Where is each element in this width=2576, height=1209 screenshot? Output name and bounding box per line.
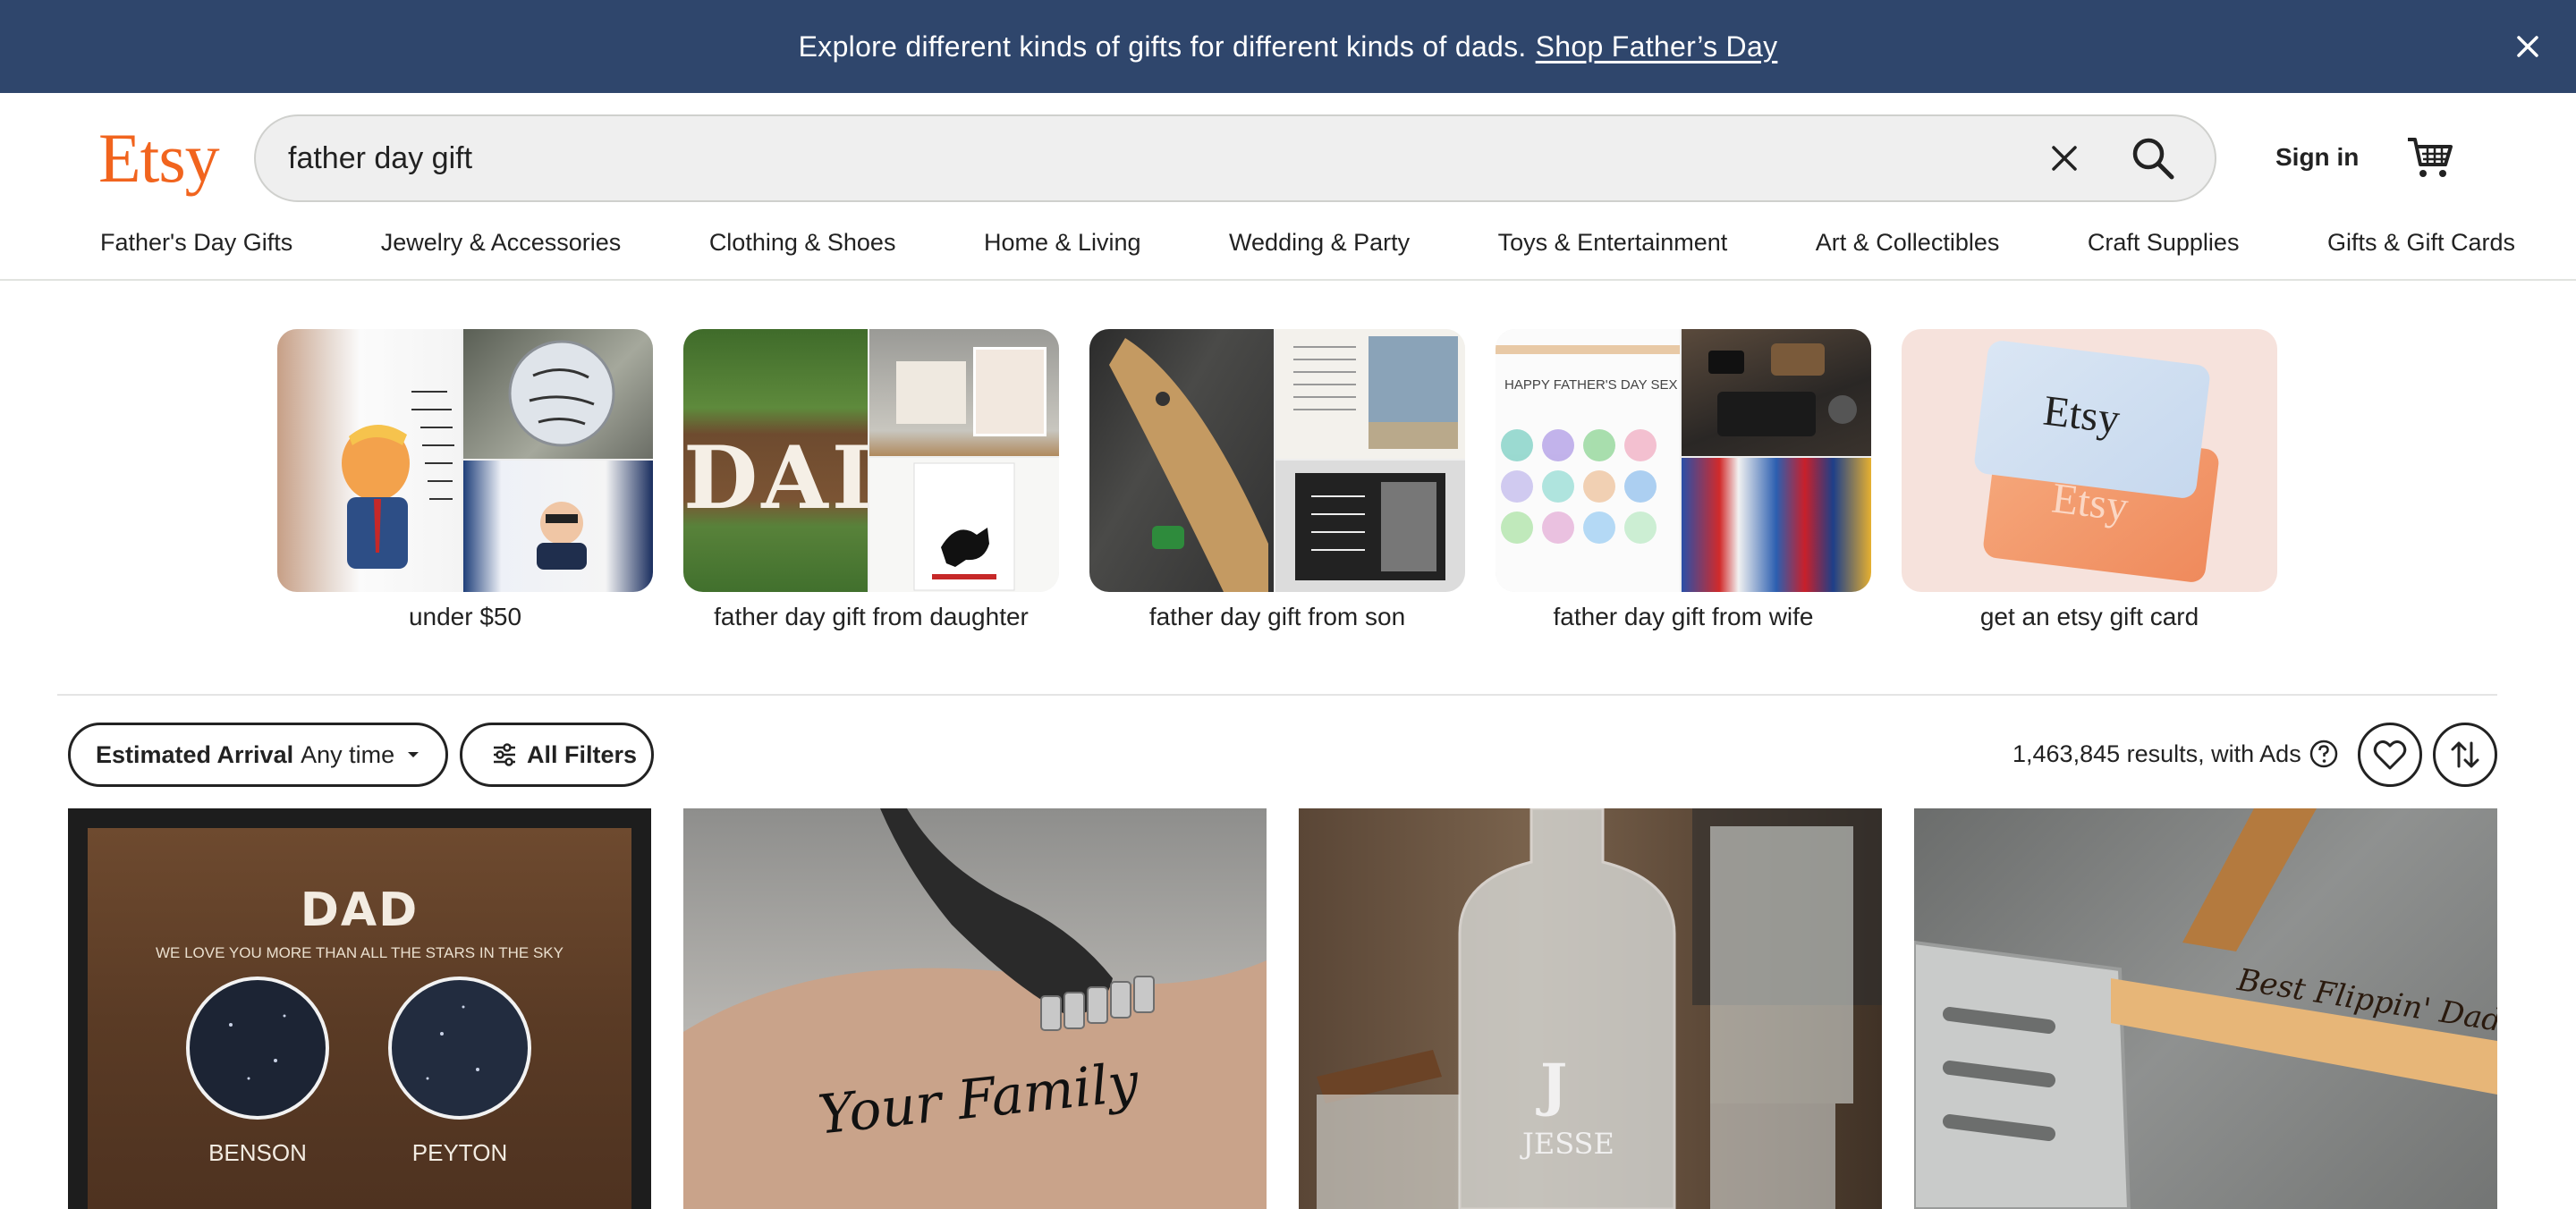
sex-card-photo: HAPPY FATHER'S DAY SEX: [1496, 329, 1680, 592]
hero-frame-photo: [1275, 461, 1465, 592]
sign-in-button[interactable]: Sign in: [2275, 143, 2359, 172]
related-searches: under $50 DAD father day gift from daugh…: [277, 329, 2281, 640]
dad-pin-photo: [463, 329, 653, 459]
listing-card[interactable]: J JESSE: [1299, 808, 1882, 1209]
print-title: DAD: [300, 884, 419, 937]
estimated-arrival-filter[interactable]: Estimated Arrival Any time: [68, 723, 448, 787]
etsy-logo[interactable]: Etsy: [98, 118, 220, 199]
tile-caption: father day gift from daughter: [714, 603, 1029, 630]
tile-from-son[interactable]: father day gift from son: [1089, 329, 1465, 630]
gift-card-front: Etsy: [1972, 339, 2212, 500]
search-input[interactable]: [288, 116, 1987, 200]
nav-craft-supplies[interactable]: Craft Supplies: [2088, 229, 2240, 257]
cart-icon[interactable]: [2406, 134, 2453, 181]
tile-collage: HAPPY FATHER'S DAY SEX: [1496, 329, 1871, 592]
decanter-name: JESSE: [1522, 1127, 1614, 1161]
nav-fathers-day-gifts[interactable]: Father's Day Gifts: [100, 229, 292, 257]
wood-sign-photo: DAD: [683, 329, 868, 592]
promo-banner: Explore different kinds of gifts for dif…: [0, 0, 2576, 93]
tile-collage: [1089, 329, 1465, 592]
help-icon[interactable]: [2309, 739, 2339, 769]
arrival-value: Any time: [301, 740, 395, 768]
heart-icon: [2373, 740, 2407, 770]
search-icon[interactable]: [2129, 134, 2177, 182]
knife-photo: [1089, 329, 1274, 592]
close-icon[interactable]: [2510, 29, 2546, 64]
photo-block: [869, 329, 1059, 456]
mug-photo: [277, 329, 462, 592]
gadgets-photo: [1682, 329, 1871, 456]
print-name-right: PEYTON: [411, 1139, 508, 1166]
tile-under-50[interactable]: under $50: [277, 329, 653, 630]
category-nav: Father's Day Gifts Jewelry & Accessories…: [100, 229, 2515, 257]
nav-home-living[interactable]: Home & Living: [984, 229, 1141, 257]
site-header: Etsy Sign in Father's Day Gifts Jewelry …: [0, 93, 2576, 281]
shop-fathers-day-link[interactable]: Shop Father’s Day: [1536, 30, 1778, 63]
decanter-letter: J: [1540, 1052, 1568, 1119]
results-count: 1,463,845 results, with Ads: [2012, 739, 2339, 769]
tile-caption: father day gift from wife: [1553, 603, 1814, 630]
nav-jewelry-accessories[interactable]: Jewelry & Accessories: [381, 229, 622, 257]
listing-card[interactable]: Your Family: [683, 808, 1267, 1209]
all-filters-button[interactable]: All Filters: [460, 723, 654, 787]
arrival-label: Estimated Arrival: [96, 740, 294, 768]
bracelet-photo: [683, 808, 1267, 1209]
tile-collage: [277, 329, 653, 592]
tile-from-daughter[interactable]: DAD father day gift from daughter: [683, 329, 1059, 630]
print-name-left: BENSON: [208, 1139, 307, 1166]
tile-collage: DAD: [683, 329, 1059, 592]
caret-down-icon: [408, 752, 419, 757]
all-filters-label: All Filters: [527, 740, 638, 768]
mug-illustration: [342, 391, 454, 569]
star-map-circles: [186, 976, 531, 1120]
card-headline: HAPPY FATHER'S DAY SEX: [1504, 377, 1678, 393]
tile-gift-card[interactable]: Etsy Etsy get an etsy gift card: [1902, 329, 2277, 630]
listing-card[interactable]: DAD WE LOVE YOU MORE THAN ALL THE STARS …: [68, 808, 651, 1209]
favorite-search-button[interactable]: [2358, 723, 2422, 787]
tile-caption: under $50: [408, 603, 522, 630]
nav-wedding-party[interactable]: Wedding & Party: [1229, 229, 1410, 257]
candy-photo: [1682, 458, 1871, 592]
divider: [57, 694, 2497, 696]
print-subtitle: WE LOVE YOU MORE THAN ALL THE STARS IN T…: [156, 944, 564, 961]
nav-toys-entertainment[interactable]: Toys & Entertainment: [1498, 229, 1728, 257]
card-dog-photo: [869, 458, 1059, 592]
promo-message: Explore different kinds of gifts for dif…: [798, 30, 1527, 63]
tile-from-wife[interactable]: HAPPY FATHER'S DAY SEX father day gift f…: [1496, 329, 1871, 630]
search-bar: [254, 114, 2216, 202]
sort-icon: [2451, 741, 2479, 768]
card-photo: [463, 461, 653, 592]
tile-caption: father day gift from son: [1148, 603, 1406, 630]
clear-search-icon[interactable]: [2046, 140, 2082, 176]
frame-photo: [1275, 329, 1465, 459]
wood-sign-text: DAD: [683, 427, 868, 528]
star-map-print: DAD WE LOVE YOU MORE THAN ALL THE STARS …: [88, 828, 631, 1209]
tile-caption: get an etsy gift card: [1979, 603, 2199, 630]
listing-card[interactable]: Best Flippin' Dad!: [1914, 808, 2497, 1209]
sliders-icon: [494, 743, 515, 766]
nav-clothing-shoes[interactable]: Clothing & Shoes: [709, 229, 896, 257]
gift-card-image: Etsy Etsy: [1902, 329, 2277, 592]
nav-gifts-gift-cards[interactable]: Gifts & Gift Cards: [2327, 229, 2515, 257]
sort-button[interactable]: [2433, 723, 2497, 787]
nav-art-collectibles[interactable]: Art & Collectibles: [1816, 229, 2000, 257]
